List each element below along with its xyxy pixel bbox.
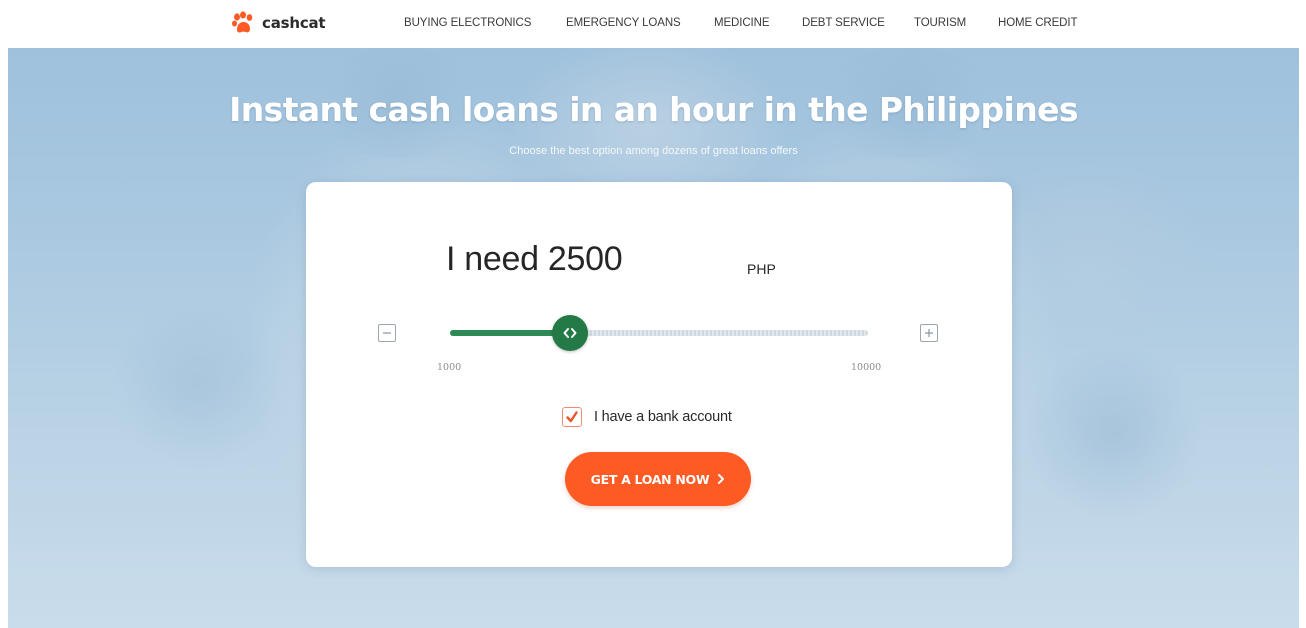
minus-icon (383, 332, 391, 334)
hero-background-shape (1018, 348, 1208, 518)
slider-max-label: 10000 (851, 362, 882, 373)
plus-icon (925, 329, 933, 337)
loan-amount-display: I need 2500 (446, 240, 623, 278)
get-loan-button[interactable]: GET A LOAN NOW (565, 452, 751, 506)
loan-calculator-card: I need 2500 PHP 1000 10000 I have a bank… (306, 182, 1012, 567)
nav-item-debt-service[interactable]: DEBT SERVICE (802, 17, 885, 29)
nav-item-buying-electronics[interactable]: BUYING ELECTRONICS (404, 17, 531, 29)
page-subtitle: Choose the best option among dozens of g… (509, 145, 798, 157)
nav-item-home-credit[interactable]: HOME CREDIT (998, 17, 1078, 29)
checkmark-icon (566, 411, 578, 423)
increase-amount-button[interactable] (920, 324, 938, 342)
main-nav: BUYING ELECTRONICS EMERGENCY LOANS MEDIC… (0, 17, 1306, 33)
drag-arrows-icon (563, 328, 577, 338)
amount-slider-track[interactable] (450, 330, 868, 336)
chevron-right-icon (718, 474, 725, 484)
bank-account-option[interactable]: I have a bank account (562, 406, 732, 428)
hero-background-image (108, 298, 288, 468)
get-loan-button-label: GET A LOAN NOW (590, 471, 710, 487)
site-header: cashcat BUYING ELECTRONICS EMERGENCY LOA… (0, 0, 1306, 48)
currency-label: PHP (747, 261, 776, 277)
hero-section: Instant cash loans in an hour in the Phi… (8, 48, 1299, 628)
nav-item-medicine[interactable]: MEDICINE (714, 17, 770, 29)
nav-item-emergency-loans[interactable]: EMERGENCY LOANS (566, 17, 681, 29)
amount-slider-handle[interactable] (551, 315, 588, 351)
bank-account-label: I have a bank account (594, 409, 732, 425)
slider-min-label: 1000 (437, 362, 462, 373)
page-title: Instant cash loans in an hour in the Phi… (229, 90, 1078, 129)
decrease-amount-button[interactable] (378, 324, 396, 342)
nav-item-tourism[interactable]: TOURISM (914, 17, 966, 29)
bank-account-checkbox[interactable] (562, 407, 582, 427)
